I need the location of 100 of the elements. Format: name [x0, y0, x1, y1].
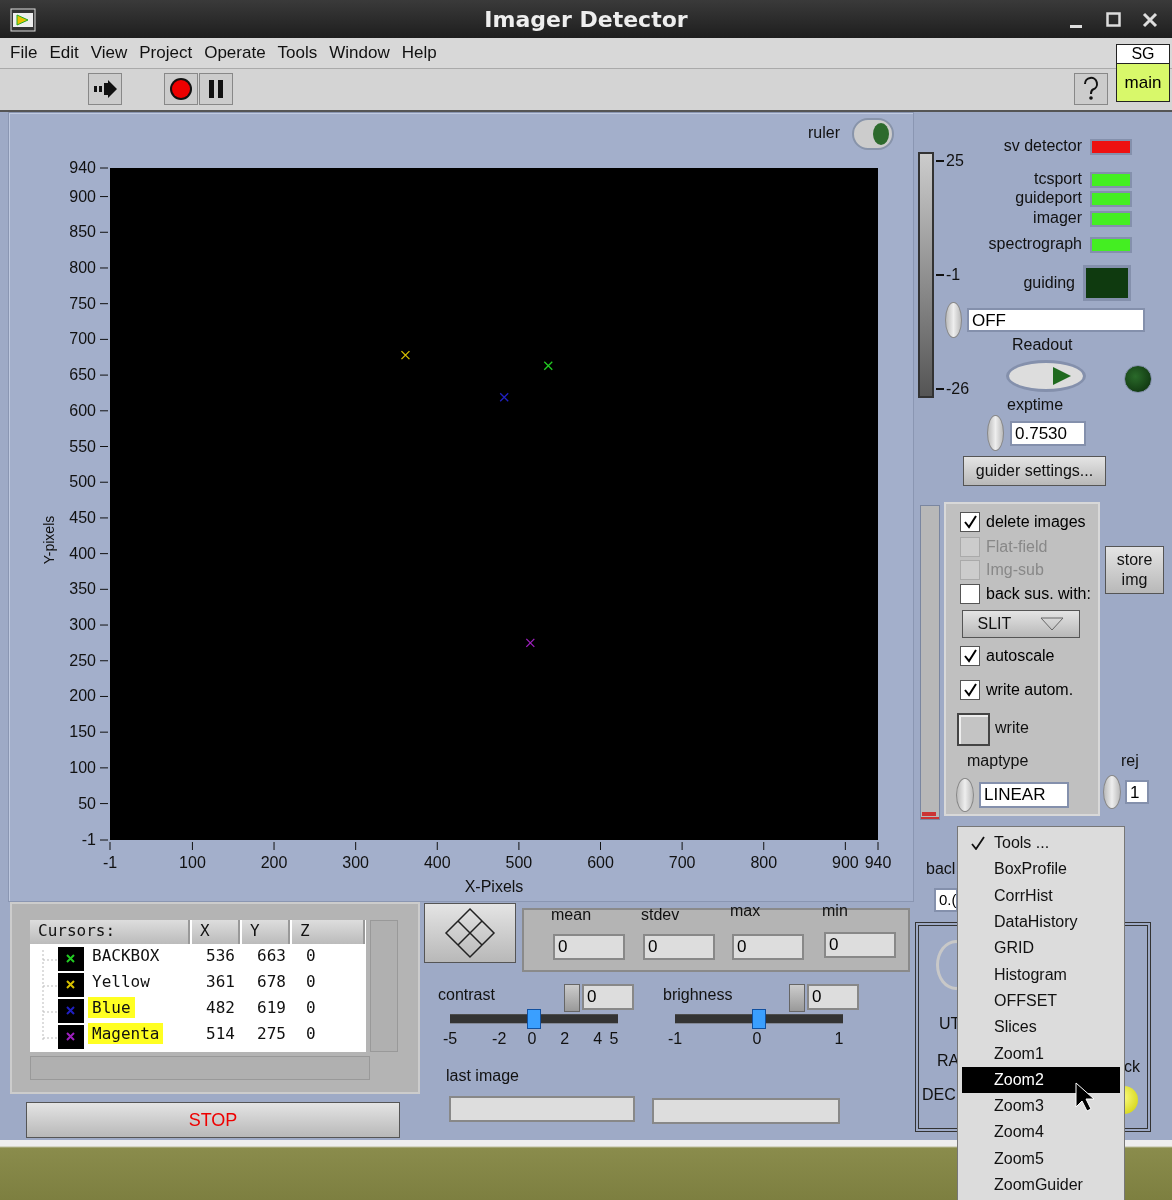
menu-item[interactable]: Project — [133, 43, 199, 63]
slit-dropdown[interactable]: SLIT — [962, 610, 1080, 638]
checkbox[interactable] — [960, 584, 980, 604]
menu-option[interactable]: Slices — [962, 1014, 1120, 1041]
menu-option[interactable]: Zoom2 — [962, 1066, 1120, 1093]
horizontal-scrollbar[interactable] — [30, 1056, 370, 1080]
close-icon[interactable] — [1142, 12, 1158, 28]
menu-item[interactable]: Tools — [271, 43, 324, 63]
slider-thumb[interactable] — [752, 1009, 766, 1029]
write-button[interactable] — [957, 713, 990, 746]
y-tick-label: 450 — [69, 508, 97, 526]
menu-option[interactable]: Zoom1 — [962, 1040, 1120, 1067]
y-tick: 150 — [69, 723, 109, 741]
column-header[interactable]: Cursors: — [30, 920, 190, 944]
y-tick-label: 700 — [69, 330, 97, 348]
table-cell-text: 0 — [305, 971, 317, 992]
checkbox-label: Flat-field — [986, 538, 1048, 556]
menu-option[interactable]: Tools ... — [962, 830, 1120, 857]
slider-label: contrast — [438, 986, 495, 1004]
cursor-tool-button[interactable] — [424, 903, 516, 963]
store-image-button[interactable]: store img — [1105, 546, 1164, 594]
table-cell-text: 663 — [256, 945, 287, 966]
pause-button[interactable] — [199, 73, 233, 105]
menu-option[interactable]: DataHistory — [962, 908, 1120, 936]
stat-label: stdev — [641, 906, 680, 924]
menu-option[interactable]: BoxProfile — [962, 856, 1120, 883]
spin-arrows[interactable] — [564, 984, 580, 1012]
menu-item[interactable]: File — [4, 43, 44, 63]
help-button[interactable] — [1074, 73, 1108, 105]
menu-item[interactable]: Edit — [43, 43, 85, 63]
scale-label: -5 — [442, 1030, 458, 1048]
table-cell-text: 678 — [256, 971, 287, 992]
x-tick-label: -1 — [102, 854, 118, 871]
vertical-slider[interactable] — [920, 505, 940, 820]
stat-label: min — [822, 902, 848, 920]
run-button[interactable] — [88, 73, 122, 105]
ring-arrows[interactable] — [1103, 775, 1121, 809]
x-tick: 900 — [832, 841, 859, 871]
maximize-icon[interactable] — [1106, 12, 1122, 28]
menu-option[interactable]: CorrHist — [962, 882, 1120, 909]
checkbox[interactable] — [960, 680, 980, 700]
menu-option[interactable]: Zoom5 — [962, 1145, 1120, 1172]
checkbox-label: Img-sub — [986, 561, 1044, 579]
menu-option[interactable]: GRID — [962, 935, 1120, 962]
column-header[interactable]: Y — [242, 920, 290, 944]
menu-option[interactable]: Zoom4 — [962, 1119, 1120, 1146]
stat-field: 0 — [824, 932, 896, 958]
scale-label: 2 — [560, 1030, 570, 1048]
column-header[interactable]: Z — [292, 920, 365, 944]
back-field[interactable]: 0.( — [934, 888, 958, 912]
checkbox[interactable] — [960, 512, 980, 532]
scale-label: 1 — [834, 1030, 844, 1048]
run-arrow-icon — [92, 79, 118, 99]
menu-item[interactable]: View — [84, 43, 134, 63]
y-tick: 800 — [69, 259, 109, 276]
guider-settings-button[interactable]: guider settings... — [963, 456, 1106, 486]
menu-item[interactable]: Operate — [198, 43, 272, 63]
x-tick: 500 — [505, 841, 533, 871]
ring-arrows[interactable] — [945, 302, 962, 338]
maptype-label: maptype — [967, 752, 1029, 770]
menu-option[interactable]: OFFSET — [962, 987, 1120, 1015]
x-tick-label: 940 — [864, 854, 892, 871]
exptime-field[interactable]: 0.7530 — [1010, 421, 1086, 446]
maptype-field[interactable]: LINEAR — [979, 782, 1069, 808]
x-tick: 200 — [260, 841, 288, 871]
y-tick-label: 750 — [69, 294, 97, 312]
y-tick: 650 — [69, 366, 109, 384]
menu-option[interactable]: ZoomGuider — [962, 1171, 1120, 1199]
column-header[interactable]: X — [192, 920, 240, 944]
rej-field[interactable]: 1 — [1125, 780, 1149, 804]
menu-item[interactable]: Window — [323, 43, 396, 63]
play-triangle-icon — [1051, 366, 1073, 386]
mode-field[interactable]: OFF — [967, 308, 1145, 332]
y-tick: 500 — [69, 473, 109, 491]
cursor-swatch — [58, 1025, 84, 1049]
slider-thumb[interactable] — [922, 812, 936, 816]
y-tick-label: 650 — [69, 366, 97, 384]
slider-thumb[interactable] — [527, 1009, 541, 1029]
slider-value-field[interactable]: 0 — [807, 984, 859, 1010]
ruler-label: ruler — [808, 124, 840, 142]
y-tick-label: 50 — [78, 794, 97, 812]
menu-option[interactable]: Zoom3 — [962, 1092, 1120, 1120]
abort-button[interactable] — [164, 73, 198, 105]
vertical-scrollbar[interactable] — [370, 920, 398, 1052]
x-tick: 940 — [864, 841, 892, 871]
track-label: ck — [1124, 1058, 1140, 1076]
x-tick: 300 — [342, 841, 369, 871]
y-tick: 400 — [69, 544, 109, 562]
spin-arrows[interactable] — [789, 984, 805, 1012]
ut-label: UT — [939, 1015, 961, 1033]
checkbox[interactable] — [960, 646, 980, 666]
x-tick-label: 600 — [587, 854, 614, 871]
y-tick: 600 — [69, 401, 109, 419]
y-tick: 940 — [69, 159, 109, 176]
menu-item[interactable]: Help — [395, 43, 443, 63]
ring-arrows[interactable] — [987, 415, 1004, 451]
menu-option[interactable]: Histogram — [962, 961, 1120, 988]
table-cell-text: 361 — [205, 971, 236, 992]
checkbox-label: autoscale — [986, 647, 1055, 665]
slider-value-field[interactable]: 0 — [582, 984, 634, 1010]
